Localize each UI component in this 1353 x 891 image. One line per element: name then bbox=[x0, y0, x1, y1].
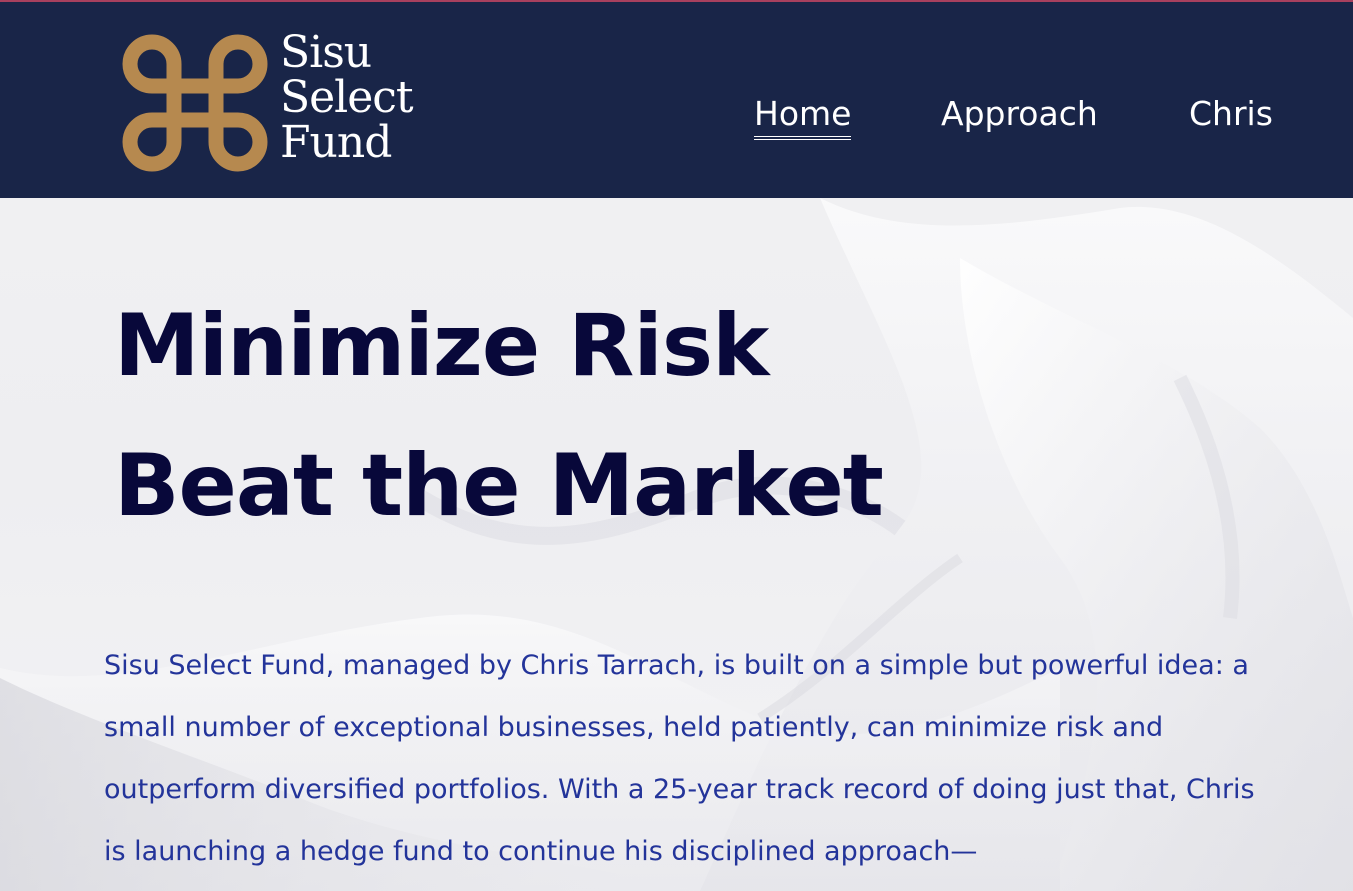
main-nav: Home Approach Chris bbox=[0, 94, 1353, 140]
brand-name-line1: Sisu bbox=[280, 27, 372, 78]
hero-headline: Minimize Risk Beat the Market bbox=[114, 276, 884, 556]
headline-line1: Minimize Risk bbox=[114, 296, 769, 396]
hero-intro-text: Sisu Select Fund, managed by Chris Tarra… bbox=[104, 650, 1255, 867]
headline-line2: Beat the Market bbox=[114, 436, 884, 536]
nav-approach-link[interactable]: Approach bbox=[941, 94, 1098, 134]
nav-home-link[interactable]: Home bbox=[754, 94, 852, 140]
hero-section: Minimize Risk Beat the Market Sisu Selec… bbox=[0, 198, 1353, 891]
site-header: Sisu Select Fund Home Approach Chris bbox=[0, 2, 1353, 198]
nav-chris-link[interactable]: Chris bbox=[1189, 94, 1273, 134]
